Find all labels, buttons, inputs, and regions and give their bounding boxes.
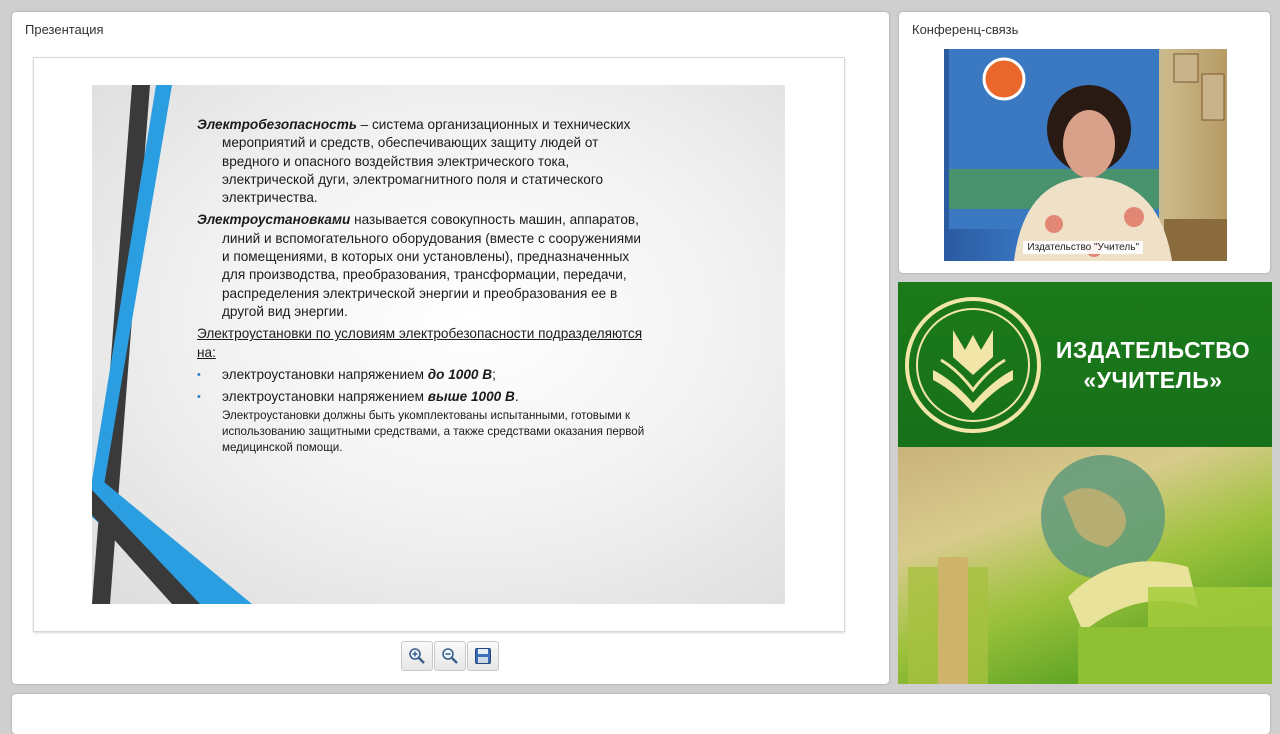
book-stack-4 bbox=[1148, 587, 1272, 627]
bullet-tail: . bbox=[514, 389, 519, 405]
publisher-logo-icon bbox=[905, 297, 1041, 433]
slide-text: Электробезопасность – система организаци… bbox=[197, 116, 647, 455]
wall-frame-2 bbox=[1201, 73, 1225, 121]
zoom-in-icon bbox=[409, 648, 425, 664]
term-electrosafety: Электробезопасность bbox=[197, 117, 357, 132]
presentation-title: Презентация bbox=[25, 22, 104, 37]
save-icon bbox=[475, 648, 491, 664]
bullet-text: электроустановки напряжением bbox=[222, 366, 428, 382]
bullet-bold: выше 1000 В bbox=[427, 389, 515, 405]
books-globe-image bbox=[908, 455, 1272, 684]
zoom-out-button[interactable] bbox=[434, 641, 466, 671]
books-illustration bbox=[898, 447, 1272, 684]
bullet-icon: • bbox=[197, 368, 201, 381]
zoom-in-button[interactable] bbox=[401, 641, 433, 671]
bullet-icon: • bbox=[197, 391, 201, 404]
classification-heading: Электроустановки по условиям электробезо… bbox=[197, 326, 643, 360]
paragraph-electrosafety: Электробезопасность – система организаци… bbox=[197, 116, 647, 207]
equipment-note: Электроустановки должны быть укомплектов… bbox=[222, 409, 645, 454]
bottom-panel bbox=[12, 694, 1270, 734]
book-stack-2 bbox=[938, 557, 968, 684]
save-button[interactable] bbox=[467, 641, 499, 671]
wall-frame-1 bbox=[1173, 53, 1199, 83]
paragraph-installations: Электроустановками называется совокупнос… bbox=[197, 211, 647, 321]
conference-title: Конференц-связь bbox=[912, 22, 1019, 37]
slide-frame: Электробезопасность – система организаци… bbox=[33, 57, 845, 632]
bullet-item-low-voltage: • электроустановки напряжением до 1000 В… bbox=[197, 366, 647, 384]
slide: Электробезопасность – система организаци… bbox=[92, 85, 785, 604]
term-installations: Электроустановками bbox=[197, 212, 351, 228]
video-feed[interactable]: Издательство "Учитель" bbox=[944, 49, 1227, 261]
definition-installations: называется совокупность машин, аппаратов… bbox=[222, 212, 642, 319]
banner-logo bbox=[982, 57, 1026, 101]
publisher-banner: ИЗДАТЕЛЬСТВО «УЧИТЕЛЬ» bbox=[898, 282, 1272, 684]
bullet-bold: до 1000 В bbox=[427, 366, 493, 382]
publisher-name-line2: «УЧИТЕЛЬ» bbox=[1083, 367, 1223, 393]
book-stack-3 bbox=[1078, 627, 1272, 684]
video-label: Издательство "Учитель" bbox=[1023, 241, 1143, 254]
bullet-text: электроустановки напряжением bbox=[222, 389, 428, 405]
conference-panel: Конференц-связь Издательство "Учитель" bbox=[899, 12, 1270, 273]
dress-flower-2 bbox=[1124, 207, 1144, 227]
publisher-name-line1: ИЗДАТЕЛЬСТВО bbox=[1055, 337, 1251, 363]
dress-flower-1 bbox=[1045, 215, 1063, 233]
bullet-tail: ; bbox=[492, 366, 496, 382]
bullet-item-high-voltage: • электроустановки напряжением выше 1000… bbox=[197, 388, 647, 406]
video-scene bbox=[949, 49, 1227, 261]
publisher-header: ИЗДАТЕЛЬСТВО «УЧИТЕЛЬ» bbox=[898, 282, 1272, 447]
person-face bbox=[1063, 110, 1115, 178]
presentation-panel: Презентация Электробезопасность – систем… bbox=[12, 12, 889, 684]
zoom-out-icon bbox=[442, 648, 458, 664]
shelf bbox=[1164, 219, 1227, 261]
